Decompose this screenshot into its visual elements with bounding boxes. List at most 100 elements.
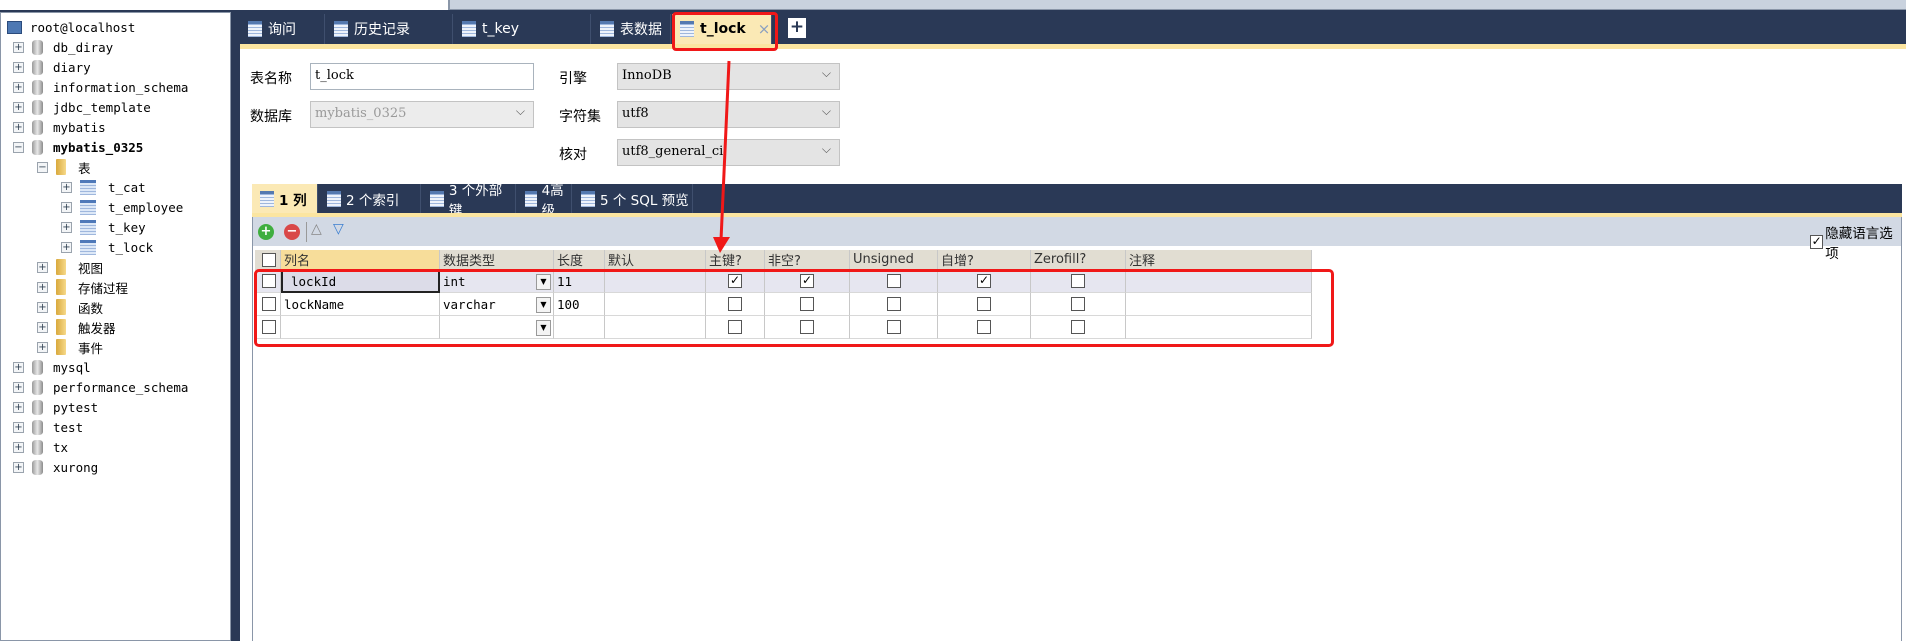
add-column-button[interactable]: +	[258, 224, 274, 240]
tree-table[interactable]: + t_employee	[61, 197, 183, 217]
main-tab-0[interactable]: 询问	[240, 14, 325, 44]
expand-icon[interactable]: +	[13, 461, 24, 473]
move-up-button[interactable]: △	[311, 221, 322, 237]
column-header[interactable]: 数据类型	[440, 250, 554, 270]
tree-item-label: information_schema	[53, 79, 189, 95]
engine-label: 引擎	[559, 71, 587, 87]
tree-database[interactable]: + test	[13, 417, 83, 437]
tree-item-label: mybatis_0325	[53, 139, 144, 155]
expand-icon[interactable]: +	[61, 201, 72, 213]
tree-database[interactable]: + diary	[13, 57, 91, 77]
expand-icon[interactable]: +	[13, 401, 24, 413]
header-label: 数据类型	[443, 254, 496, 269]
tree-database[interactable]: + jdbc_template	[13, 97, 151, 117]
table-name-input[interactable]: t_lock	[310, 63, 534, 90]
expand-icon[interactable]: +	[37, 301, 48, 313]
expand-icon[interactable]: +	[13, 61, 24, 73]
tree-item-label: jdbc_template	[53, 99, 151, 115]
table-icon	[80, 239, 96, 255]
tree-database[interactable]: + pytest	[13, 397, 98, 417]
designer-tab-3[interactable]: 4高级	[517, 183, 572, 219]
hide-language-option[interactable]: ✓ 隐藏语言选项	[1810, 222, 1901, 262]
column-header[interactable]: 列名	[281, 250, 440, 270]
designer-tab-1[interactable]: 2 个索引	[319, 184, 421, 213]
main-tab-2[interactable]: t_key	[454, 14, 591, 44]
header-label: 注释	[1129, 254, 1156, 269]
database-icon	[32, 119, 43, 135]
tree-folder[interactable]: + 视图	[37, 257, 103, 277]
tree-folder[interactable]: + 事件	[37, 337, 103, 357]
collapse-icon[interactable]: −	[37, 161, 48, 173]
expand-icon[interactable]: +	[13, 81, 24, 93]
tree-folder[interactable]: + 触发器	[37, 317, 116, 337]
designer-tab-2[interactable]: 3 个外部键	[422, 183, 516, 219]
tree-item-label: diary	[53, 59, 91, 75]
hide-language-checkbox[interactable]: ✓	[1810, 235, 1824, 249]
tree-database[interactable]: + information_schema	[13, 77, 188, 97]
expand-icon[interactable]: +	[37, 281, 48, 293]
tree-item-label: 函数	[78, 300, 104, 316]
tree-database[interactable]: + mysql	[13, 357, 91, 377]
tree-item-label: pytest	[53, 399, 99, 415]
column-header[interactable]: Unsigned	[850, 250, 938, 270]
main-tab-3[interactable]: 表数据	[592, 14, 671, 44]
select-all-header[interactable]	[255, 250, 281, 270]
expand-icon[interactable]: +	[61, 221, 72, 233]
tree-database[interactable]: + mybatis	[13, 117, 106, 137]
tab-label: 5 个 SQL 预览	[600, 192, 689, 209]
tree-table[interactable]: + t_lock	[61, 237, 153, 257]
object-browser-tree[interactable]: root@localhost + db_diray + diary + informatio…	[0, 12, 231, 641]
header-label: 非空?	[768, 254, 801, 269]
table-icon	[80, 179, 96, 195]
expand-icon[interactable]: +	[61, 181, 72, 193]
tree-item-label: 表	[78, 160, 91, 176]
header-label: 长度	[557, 254, 584, 269]
expand-icon[interactable]: +	[13, 101, 24, 113]
advanced-icon	[525, 190, 537, 207]
tree-folder[interactable]: + 存储过程	[37, 277, 128, 297]
tree-folder-tables[interactable]: − 表	[37, 157, 91, 177]
expand-icon[interactable]: +	[13, 121, 24, 133]
database-icon	[32, 379, 43, 395]
expand-icon[interactable]: +	[37, 321, 48, 333]
move-down-button[interactable]: ▽	[333, 221, 344, 237]
new-tab-button[interactable]: +	[788, 18, 806, 38]
tree-database-expanded[interactable]: − mybatis_0325	[13, 137, 143, 157]
designer-tab-4[interactable]: 5 个 SQL 预览	[573, 184, 693, 213]
designer-tab-bar: 1 列 2 个索引 3 个外部键 4高级 5 个 SQL 预览	[252, 183, 1902, 219]
column-header[interactable]: Zerofill?	[1031, 250, 1126, 270]
tree-root-connection[interactable]: root@localhost	[7, 17, 135, 37]
remove-column-button[interactable]: −	[284, 224, 300, 240]
database-icon	[32, 359, 43, 375]
expand-icon[interactable]: +	[13, 421, 24, 433]
table-icon	[462, 21, 476, 37]
expand-icon[interactable]: +	[61, 241, 72, 253]
designer-tab-0[interactable]: 1 列	[252, 184, 318, 213]
tree-database[interactable]: + db_diray	[13, 37, 113, 57]
expand-icon[interactable]: +	[13, 361, 24, 373]
server-icon	[7, 20, 22, 34]
tree-database[interactable]: + xurong	[13, 457, 98, 477]
column-header[interactable]: 自增?	[938, 250, 1031, 270]
column-header[interactable]: 默认	[605, 250, 706, 270]
tree-folder[interactable]: + 函数	[37, 297, 103, 317]
column-header[interactable]: 非空?	[765, 250, 850, 270]
column-header[interactable]: 注释	[1126, 250, 1312, 270]
column-header[interactable]: 长度	[554, 250, 605, 270]
expand-icon[interactable]: +	[37, 261, 48, 273]
tree-item-label: root@localhost	[30, 19, 136, 35]
expand-icon[interactable]: +	[13, 441, 24, 453]
header-label: Zerofill?	[1034, 252, 1087, 267]
expand-icon[interactable]: +	[13, 41, 24, 53]
tree-database[interactable]: + tx	[13, 437, 68, 457]
folder-icon	[56, 319, 66, 335]
select-all-checkbox[interactable]	[262, 252, 276, 267]
expand-icon[interactable]: +	[13, 381, 24, 393]
collapse-icon[interactable]: −	[13, 141, 24, 153]
tree-table[interactable]: + t_cat	[61, 177, 146, 197]
tree-table[interactable]: + t_key	[61, 217, 146, 237]
database-icon	[32, 439, 43, 455]
tree-database[interactable]: + performance_schema	[13, 377, 188, 397]
expand-icon[interactable]: +	[37, 341, 48, 353]
main-tab-1[interactable]: 历史记录	[326, 14, 453, 44]
